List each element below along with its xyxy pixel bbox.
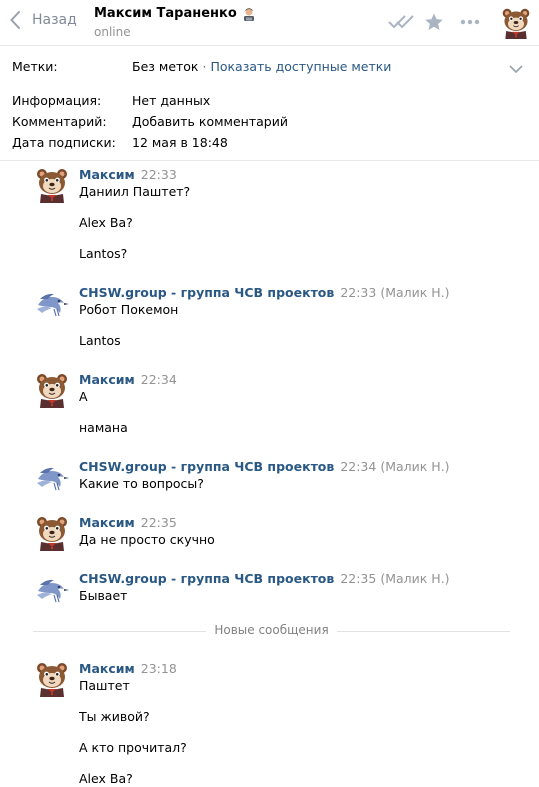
new-messages-divider: Новые сообщения xyxy=(33,623,510,637)
peer-avatar[interactable] xyxy=(500,6,532,40)
author-signature: (Малик Н.) xyxy=(380,285,450,300)
author-avatar[interactable] xyxy=(34,661,70,697)
show-tags-link[interactable]: Показать доступные метки xyxy=(210,59,391,74)
message-text: Паштет xyxy=(79,678,130,693)
office-worker-emoji-icon xyxy=(243,7,254,21)
message-text: Lantos xyxy=(79,333,121,348)
star-icon[interactable] xyxy=(424,12,444,32)
message-time[interactable]: 22:34 xyxy=(141,372,177,387)
author-name[interactable]: CHSW.group - группа ЧСВ проектов xyxy=(79,571,334,586)
peer-info: Максим Тараненко online xyxy=(94,6,256,39)
message-text: Бывает xyxy=(79,588,128,603)
new-messages-label: Новые сообщения xyxy=(206,623,337,637)
author-name[interactable]: Максим xyxy=(79,661,135,676)
author-signature: (Малик Н.) xyxy=(380,459,450,474)
back-button[interactable]: Назад xyxy=(10,11,77,29)
message-time[interactable]: 22:33 xyxy=(340,285,376,300)
author-name[interactable]: CHSW.group - группа ЧСВ проектов xyxy=(79,285,334,300)
message-text: Ты живой? xyxy=(79,709,150,724)
message-text: Lantos? xyxy=(79,246,128,261)
message-text: Робот Покемон xyxy=(79,302,179,317)
tags-value: Без меток xyxy=(132,59,199,74)
tags-separator: · xyxy=(202,59,207,74)
author-avatar[interactable] xyxy=(34,372,70,408)
message-text: Alex Ba? xyxy=(79,771,133,786)
comment-label: Комментарий: xyxy=(12,114,107,129)
group-avatar[interactable] xyxy=(34,459,70,495)
message-time[interactable]: 23:18 xyxy=(141,661,177,676)
author-name[interactable]: Максим xyxy=(79,167,135,182)
back-label: Назад xyxy=(32,12,77,28)
message-text: А xyxy=(79,389,88,404)
message-time[interactable]: 22:35 xyxy=(141,515,177,530)
message-time[interactable]: 22:33 xyxy=(141,167,177,182)
chevron-down-icon[interactable] xyxy=(509,65,523,73)
chat-header: Назад Максим Тараненко online xyxy=(0,0,539,46)
chevron-left-icon xyxy=(10,11,20,29)
message-history[interactable]: Максим 22:33 Даниил Паштет? Alex Ba? Lant… xyxy=(0,161,539,787)
info-label: Информация: xyxy=(12,93,102,108)
peer-name[interactable]: Максим Тараненко xyxy=(94,6,237,21)
author-name[interactable]: Максим xyxy=(79,372,135,387)
info-value: Нет данных xyxy=(132,93,211,108)
add-comment-link[interactable]: Добавить комментарий xyxy=(132,114,288,129)
subscribed-label: Дата подписки: xyxy=(12,135,116,150)
message-text: Даниил Паштет? xyxy=(79,184,191,199)
message-time[interactable]: 22:34 xyxy=(340,459,376,474)
group-avatar[interactable] xyxy=(34,571,70,607)
user-info-panel: Метки: Без меток · Показать доступные ме… xyxy=(0,47,539,161)
subscribed-value: 12 мая в 18:48 xyxy=(132,135,228,150)
author-signature: (Малик Н.) xyxy=(380,571,450,586)
author-name[interactable]: CHSW.group - группа ЧСВ проектов xyxy=(79,459,334,474)
more-icon[interactable] xyxy=(460,19,480,25)
group-avatar[interactable] xyxy=(34,285,70,321)
message-text: Да не просто скучно xyxy=(79,532,215,547)
message-text: намана xyxy=(79,420,128,435)
message-time[interactable]: 22:35 xyxy=(340,571,376,586)
author-name[interactable]: Максим xyxy=(79,515,135,530)
double-check-icon[interactable] xyxy=(388,14,414,30)
message-text: А кто прочитал? xyxy=(79,740,187,755)
message-text: Какие то вопросы? xyxy=(79,476,204,491)
message-text: Alex Ba? xyxy=(79,215,133,230)
author-avatar[interactable] xyxy=(34,167,70,203)
tags-label: Метки: xyxy=(12,59,58,74)
peer-status: online xyxy=(94,25,131,39)
author-avatar[interactable] xyxy=(34,515,70,551)
